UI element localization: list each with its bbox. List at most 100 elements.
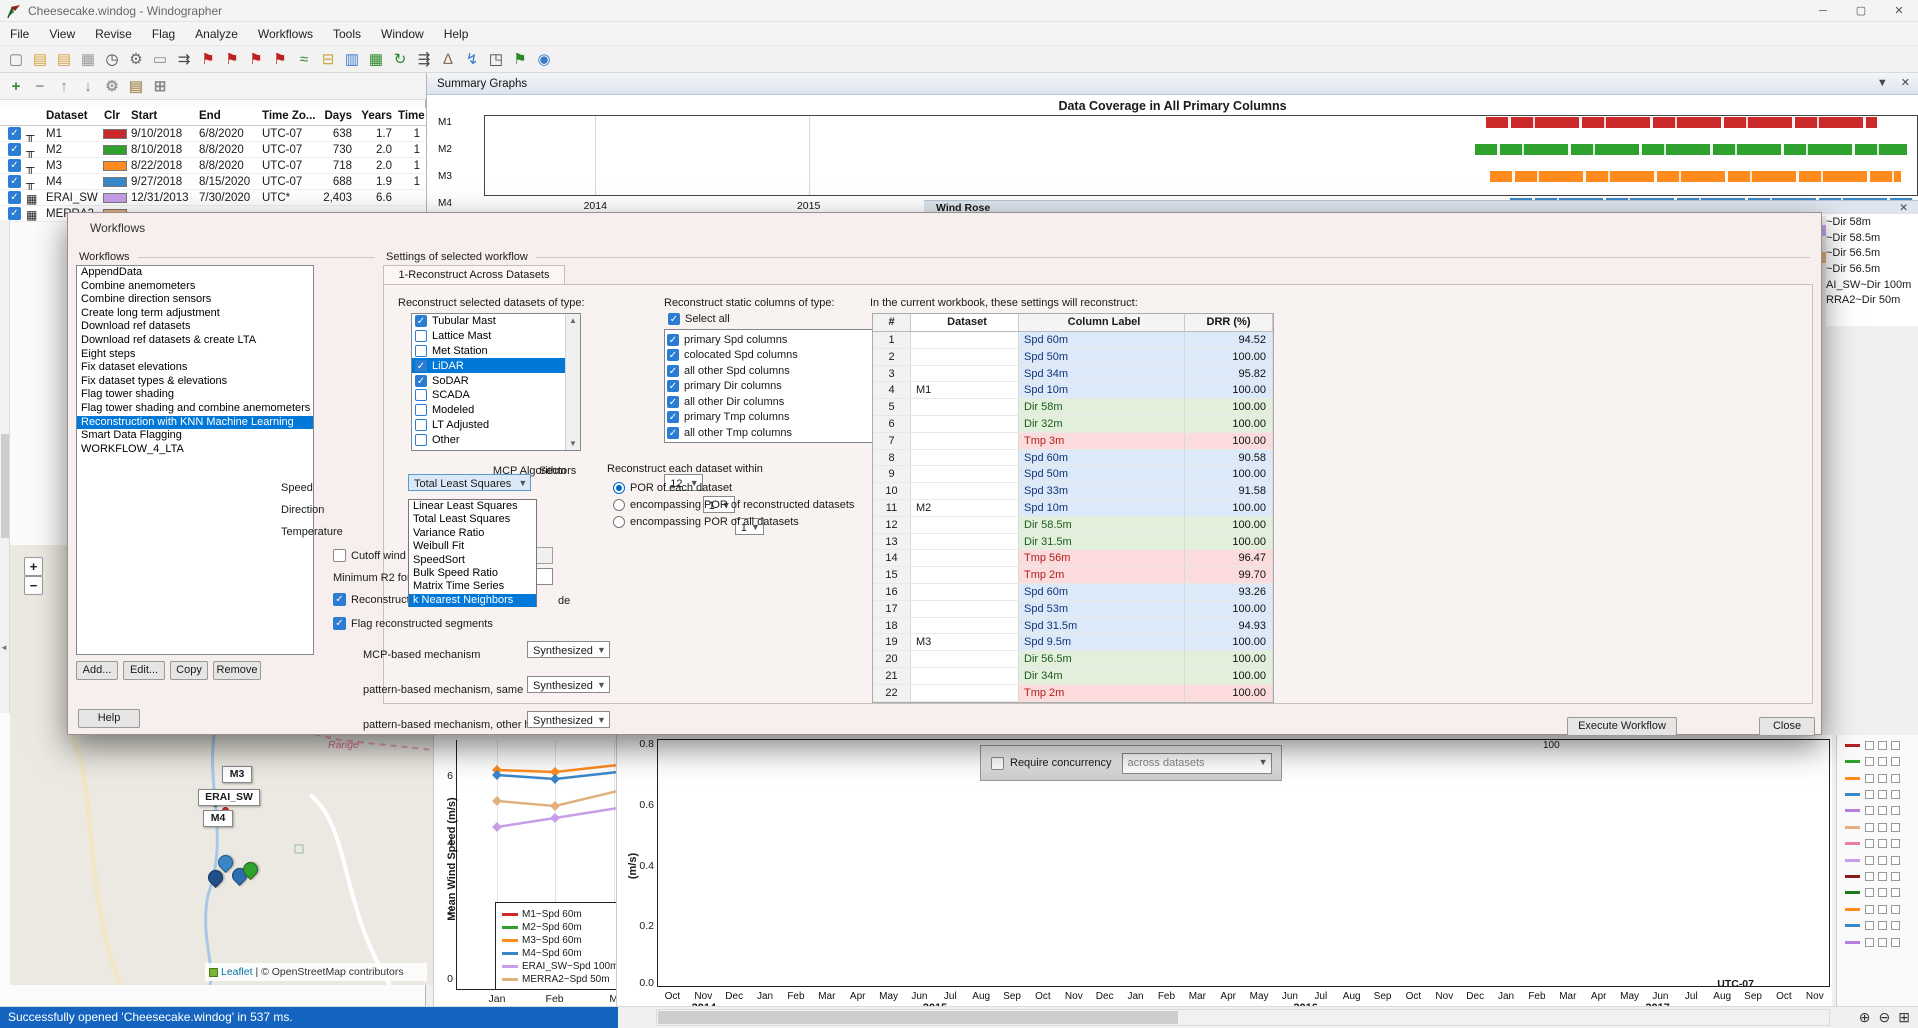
column-checkbox-3[interactable] <box>1891 872 1900 881</box>
left-scrollbar-thumb[interactable] <box>1 434 9 538</box>
toolbar-icon[interactable]: ▭ <box>148 50 172 68</box>
map-site-label[interactable]: ERAI_SW <box>198 789 260 806</box>
toolbar-icon[interactable]: ⚑ <box>196 50 220 68</box>
column-checkbox-3[interactable] <box>1891 774 1900 783</box>
maximize-button[interactable]: ▢ <box>1842 0 1880 22</box>
col-years[interactable]: Years <box>358 110 392 122</box>
menu-item[interactable]: Revise <box>85 24 142 44</box>
column-checkbox-1[interactable] <box>1865 905 1874 914</box>
column-checkbox-1[interactable] <box>1865 806 1874 815</box>
toolbar-icon[interactable]: ▤ <box>28 50 52 68</box>
workflow-list-item[interactable]: Eight steps <box>77 348 313 362</box>
toolbar-icon[interactable]: ↻ <box>388 50 412 68</box>
dataset-row[interactable]: ✓ ▦ ERAI_SW 12/31/2013 7/30/2020 UTC* 2,… <box>0 190 426 206</box>
summary-graphs-titlebar[interactable]: Summary Graphs ▼ ✕ <box>427 73 1918 95</box>
column-checkbox-3[interactable] <box>1891 888 1900 897</box>
horizontal-scrollbar[interactable] <box>656 1009 1830 1026</box>
column-checkbox-1[interactable] <box>1865 823 1874 832</box>
workflow-list-item[interactable]: Combine direction sensors <box>77 293 313 307</box>
close-panel-icon[interactable]: ✕ <box>1901 77 1910 89</box>
toolbar-icon[interactable]: ◳ <box>484 50 508 68</box>
dataset-color-swatch[interactable] <box>103 145 127 155</box>
dataset-toolbar-icon[interactable]: − <box>28 78 52 95</box>
column-checkbox-1[interactable] <box>1865 741 1874 750</box>
static-col-item[interactable]: ✓ primary Dir columns <box>665 379 880 395</box>
column-checkbox-1[interactable] <box>1865 757 1874 766</box>
mechanism-select[interactable]: Synthesized▼ <box>527 711 610 728</box>
minimize-button[interactable]: ─ <box>1804 0 1842 22</box>
mcp-dropdown-option[interactable]: k Nearest Neighbors <box>409 594 536 607</box>
column-checkbox-3[interactable] <box>1891 790 1900 799</box>
toolbar-icon[interactable]: ⚑ <box>220 50 244 68</box>
dataset-color-swatch[interactable] <box>103 177 127 187</box>
column-checkbox-3[interactable] <box>1891 839 1900 848</box>
mcp-dropdown-option[interactable]: Matrix Time Series <box>409 580 536 593</box>
fit-view-icon[interactable]: ⊞ <box>1898 1009 1910 1025</box>
within-radio-option[interactable]: encompassing POR of reconstructed datase… <box>613 496 854 513</box>
type-item[interactable]: LT Adjusted <box>412 418 565 433</box>
column-checkbox-1[interactable] <box>1865 790 1874 799</box>
col-end[interactable]: End <box>199 110 221 122</box>
mcp-dropdown-option[interactable]: Total Least Squares <box>409 513 536 526</box>
dataset-checkbox[interactable]: ✓ <box>8 143 21 156</box>
col-timezone[interactable]: Time Zo... <box>262 110 315 122</box>
column-checkbox-1[interactable] <box>1865 921 1874 930</box>
toolbar-icon[interactable]: ⊟ <box>316 50 340 68</box>
column-checkbox-3[interactable] <box>1891 823 1900 832</box>
dataset-color-swatch[interactable] <box>103 129 127 139</box>
toolbar-icon[interactable]: ∆ <box>436 51 460 68</box>
dataset-toolbar-icon[interactable]: ⊞ <box>148 77 172 95</box>
workflow-list-item[interactable]: AppendData <box>77 266 313 280</box>
cutoff-checkbox[interactable]: Cutoff wind s <box>333 549 414 562</box>
column-checkbox-3[interactable] <box>1891 921 1900 930</box>
reconstruct-checkbox[interactable]: ✓Reconstruct <box>333 593 410 606</box>
dataset-checkbox[interactable]: ✓ <box>8 207 21 220</box>
help-button[interactable]: Help <box>78 709 140 728</box>
collapse-panel-icon[interactable]: ▼ <box>1877 77 1888 89</box>
workflow-list-item[interactable]: Download ref datasets <box>77 320 313 334</box>
col-start[interactable]: Start <box>131 110 157 122</box>
column-checkbox-1[interactable] <box>1865 888 1874 897</box>
zoom-in-icon[interactable]: ⊕ <box>1859 1009 1871 1025</box>
close-dialog-button[interactable]: Close <box>1759 717 1815 736</box>
dataset-row[interactable]: ✓ ╥ M1 9/10/2018 6/8/2020 UTC-07 638 1.7… <box>0 126 426 142</box>
column-checkbox-3[interactable] <box>1891 806 1900 815</box>
mcp-dropdown-option[interactable]: Weibull Fit <box>409 540 536 553</box>
within-radio-option[interactable]: POR of each dataset <box>613 479 854 496</box>
menu-item[interactable]: View <box>39 24 85 44</box>
menu-item[interactable]: Workflows <box>248 24 323 44</box>
workflow-list-item[interactable]: Smart Data Flagging <box>77 429 313 443</box>
dataset-toolbar-icon[interactable]: + <box>4 78 28 95</box>
column-checkbox-2[interactable] <box>1878 741 1887 750</box>
map-site-label[interactable]: M3 <box>222 766 252 783</box>
type-item[interactable]: Other <box>412 432 565 447</box>
mcp-dropdown-option[interactable]: Variance Ratio <box>409 527 536 540</box>
workflow-list-item[interactable]: Fix dataset types & elevations <box>77 375 313 389</box>
types-scrollbar[interactable]: ▲▼ <box>565 314 580 450</box>
dataset-row[interactable]: ✓ ╥ M2 8/10/2018 8/8/2020 UTC-07 730 2.0… <box>0 142 426 158</box>
workflow-list-item[interactable]: Reconstruction with KNN Machine Learning <box>77 416 313 430</box>
workflow-list-item[interactable]: Create long term adjustment <box>77 307 313 321</box>
static-col-item[interactable]: ✓ all other Dir columns <box>665 394 880 410</box>
toolbar-icon[interactable]: ▥ <box>340 50 364 68</box>
column-checkbox-3[interactable] <box>1891 757 1900 766</box>
column-checkbox-2[interactable] <box>1878 856 1887 865</box>
column-checkbox-1[interactable] <box>1865 774 1874 783</box>
column-checkbox-2[interactable] <box>1878 839 1887 848</box>
tab-reconstruct-across-datasets[interactable]: 1-Reconstruct Across Datasets <box>383 265 565 285</box>
dataset-row[interactable]: ✓ ╥ M3 8/22/2018 8/8/2020 UTC-07 718 2.0… <box>0 158 426 174</box>
copy-workflow-button[interactable]: Copy <box>170 661 208 680</box>
column-checkbox-3[interactable] <box>1891 938 1900 947</box>
type-item[interactable]: SCADA <box>412 388 565 403</box>
column-checkbox-3[interactable] <box>1891 741 1900 750</box>
workflow-list-item[interactable]: Fix dataset elevations <box>77 361 313 375</box>
workflow-list-item[interactable]: Flag tower shading and combine anemomete… <box>77 402 313 416</box>
toolbar-icon[interactable]: ▦ <box>364 50 388 68</box>
column-checkbox-2[interactable] <box>1878 757 1887 766</box>
dataset-checkbox[interactable]: ✓ <box>8 191 21 204</box>
require-concurrency-checkbox[interactable] <box>991 757 1004 770</box>
static-col-item[interactable]: ✓ all other Tmp columns <box>665 425 880 441</box>
column-checkbox-2[interactable] <box>1878 806 1887 815</box>
workflow-list-item[interactable]: WORKFLOW_4_LTA <box>77 443 313 457</box>
toolbar-icon[interactable]: ▢ <box>4 50 28 68</box>
